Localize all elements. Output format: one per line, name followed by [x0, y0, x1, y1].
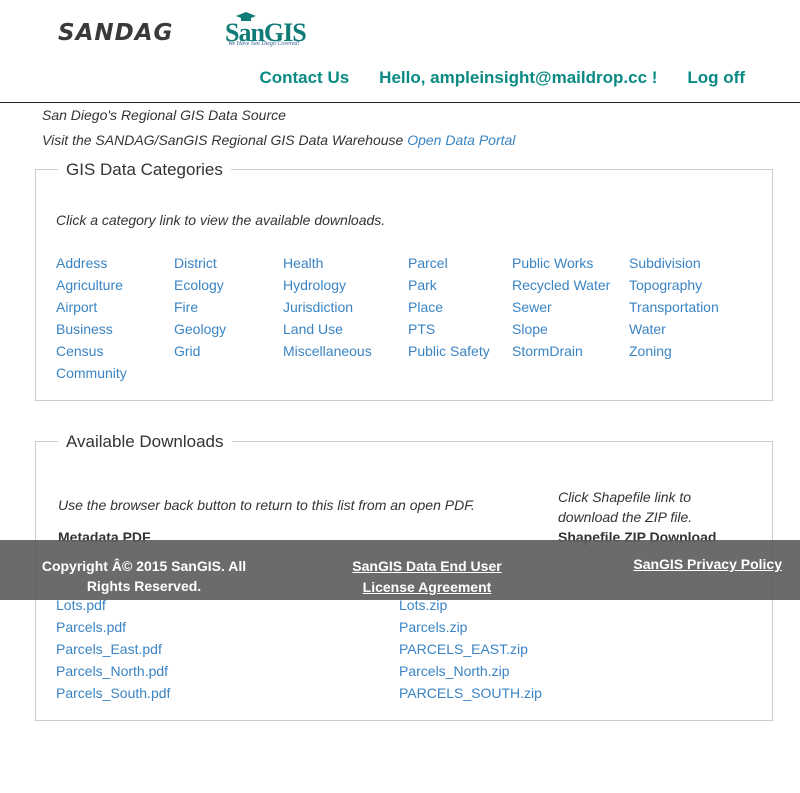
category-link-grid[interactable]: Grid: [174, 340, 226, 362]
category-link-transportation[interactable]: Transportation: [629, 296, 719, 318]
category-link-parcel[interactable]: Parcel: [408, 252, 490, 274]
category-link-pts[interactable]: PTS: [408, 318, 490, 340]
shapefile-hint: Click Shapefile link to download the ZIP…: [558, 489, 693, 525]
warehouse-notice-text: Visit the SANDAG/SanGIS Regional GIS Dat…: [42, 132, 404, 148]
sandag-logo: SANDAG: [58, 20, 174, 46]
category-link-slope[interactable]: Slope: [512, 318, 610, 340]
zip-link-parcels[interactable]: Parcels.zip: [399, 616, 542, 638]
category-column-1: Address Agriculture Airport Business Cen…: [56, 252, 127, 384]
pdf-hint: Use the browser back button to return to…: [58, 497, 475, 513]
zip-file-list: Lots.zip Parcels.zip PARCELS_EAST.zip Pa…: [399, 594, 542, 704]
category-link-health[interactable]: Health: [283, 252, 372, 274]
license-agreement-link[interactable]: SanGIS Data End User License Agreement: [352, 558, 501, 595]
gis-data-categories-panel: GIS Data Categories Click a category lin…: [35, 160, 773, 401]
categories-title: GIS Data Categories: [58, 160, 231, 180]
zip-link-parcels-north[interactable]: Parcels_North.zip: [399, 660, 542, 682]
site-tagline: San Diego's Regional GIS Data Source: [42, 107, 286, 123]
category-link-hydrology[interactable]: Hydrology: [283, 274, 372, 296]
category-link-stormdrain[interactable]: StormDrain: [512, 340, 610, 362]
sangis-logo: SanGIS We Have San Diego Covered!: [224, 12, 308, 52]
category-link-sewer[interactable]: Sewer: [512, 296, 610, 318]
category-link-park[interactable]: Park: [408, 274, 490, 296]
category-link-water[interactable]: Water: [629, 318, 719, 340]
category-link-community[interactable]: Community: [56, 362, 127, 384]
category-link-topography[interactable]: Topography: [629, 274, 719, 296]
user-greeting-link[interactable]: Hello, ampleinsight@maildrop.cc !: [379, 68, 657, 88]
category-link-public-works[interactable]: Public Works: [512, 252, 610, 274]
category-link-jurisdiction[interactable]: Jurisdiction: [283, 296, 372, 318]
category-column-4: Parcel Park Place PTS Public Safety: [408, 252, 490, 362]
category-link-miscellaneous[interactable]: Miscellaneous: [283, 340, 372, 362]
category-column-6: Subdivision Topography Transportation Wa…: [629, 252, 719, 362]
header-divider: [0, 102, 800, 103]
categories-hint: Click a category link to view the availa…: [56, 212, 386, 228]
category-link-agriculture[interactable]: Agriculture: [56, 274, 127, 296]
open-data-portal-link[interactable]: Open Data Portal: [407, 132, 515, 148]
contact-us-link[interactable]: Contact Us: [259, 68, 349, 88]
category-link-ecology[interactable]: Ecology: [174, 274, 226, 296]
category-link-zoning[interactable]: Zoning: [629, 340, 719, 362]
pdf-link-parcels[interactable]: Parcels.pdf: [56, 616, 170, 638]
privacy-policy-link[interactable]: SanGIS Privacy Policy: [633, 556, 782, 572]
category-link-public-safety[interactable]: Public Safety: [408, 340, 490, 362]
pdf-file-list: Lots.pdf Parcels.pdf Parcels_East.pdf Pa…: [56, 594, 170, 704]
log-off-link[interactable]: Log off: [687, 68, 745, 88]
sangis-logo-tagline: We Have San Diego Covered!: [228, 41, 300, 47]
category-column-3: Health Hydrology Jurisdiction Land Use M…: [283, 252, 372, 362]
category-column-2: District Ecology Fire Geology Grid: [174, 252, 226, 362]
category-link-address[interactable]: Address: [56, 252, 127, 274]
category-link-place[interactable]: Place: [408, 296, 490, 318]
category-link-census[interactable]: Census: [56, 340, 127, 362]
category-link-recycled-water[interactable]: Recycled Water: [512, 274, 610, 296]
pdf-link-parcels-north[interactable]: Parcels_North.pdf: [56, 660, 170, 682]
category-link-land-use[interactable]: Land Use: [283, 318, 372, 340]
category-link-business[interactable]: Business: [56, 318, 127, 340]
zip-link-parcels-east[interactable]: PARCELS_EAST.zip: [399, 638, 542, 660]
category-link-district[interactable]: District: [174, 252, 226, 274]
top-navigation: Contact Us Hello, ampleinsight@maildrop.…: [259, 68, 745, 88]
category-column-5: Public Works Recycled Water Sewer Slope …: [512, 252, 610, 362]
category-link-airport[interactable]: Airport: [56, 296, 127, 318]
category-link-fire[interactable]: Fire: [174, 296, 226, 318]
pdf-link-parcels-south[interactable]: Parcels_South.pdf: [56, 682, 170, 704]
license-link-wrapper: SanGIS Data End User License Agreement: [332, 556, 522, 598]
warehouse-notice: Visit the SANDAG/SanGIS Regional GIS Dat…: [42, 132, 515, 148]
footer: Copyright Â© 2015 SanGIS. All Rights Res…: [0, 540, 800, 600]
category-link-geology[interactable]: Geology: [174, 318, 226, 340]
zip-link-parcels-south[interactable]: PARCELS_SOUTH.zip: [399, 682, 542, 704]
category-link-subdivision[interactable]: Subdivision: [629, 252, 719, 274]
downloads-title: Available Downloads: [58, 432, 232, 452]
privacy-link-wrapper: SanGIS Privacy Policy: [633, 556, 782, 574]
copyright-text: Copyright Â© 2015 SanGIS. All Rights Res…: [41, 558, 247, 594]
pdf-link-parcels-east[interactable]: Parcels_East.pdf: [56, 638, 170, 660]
